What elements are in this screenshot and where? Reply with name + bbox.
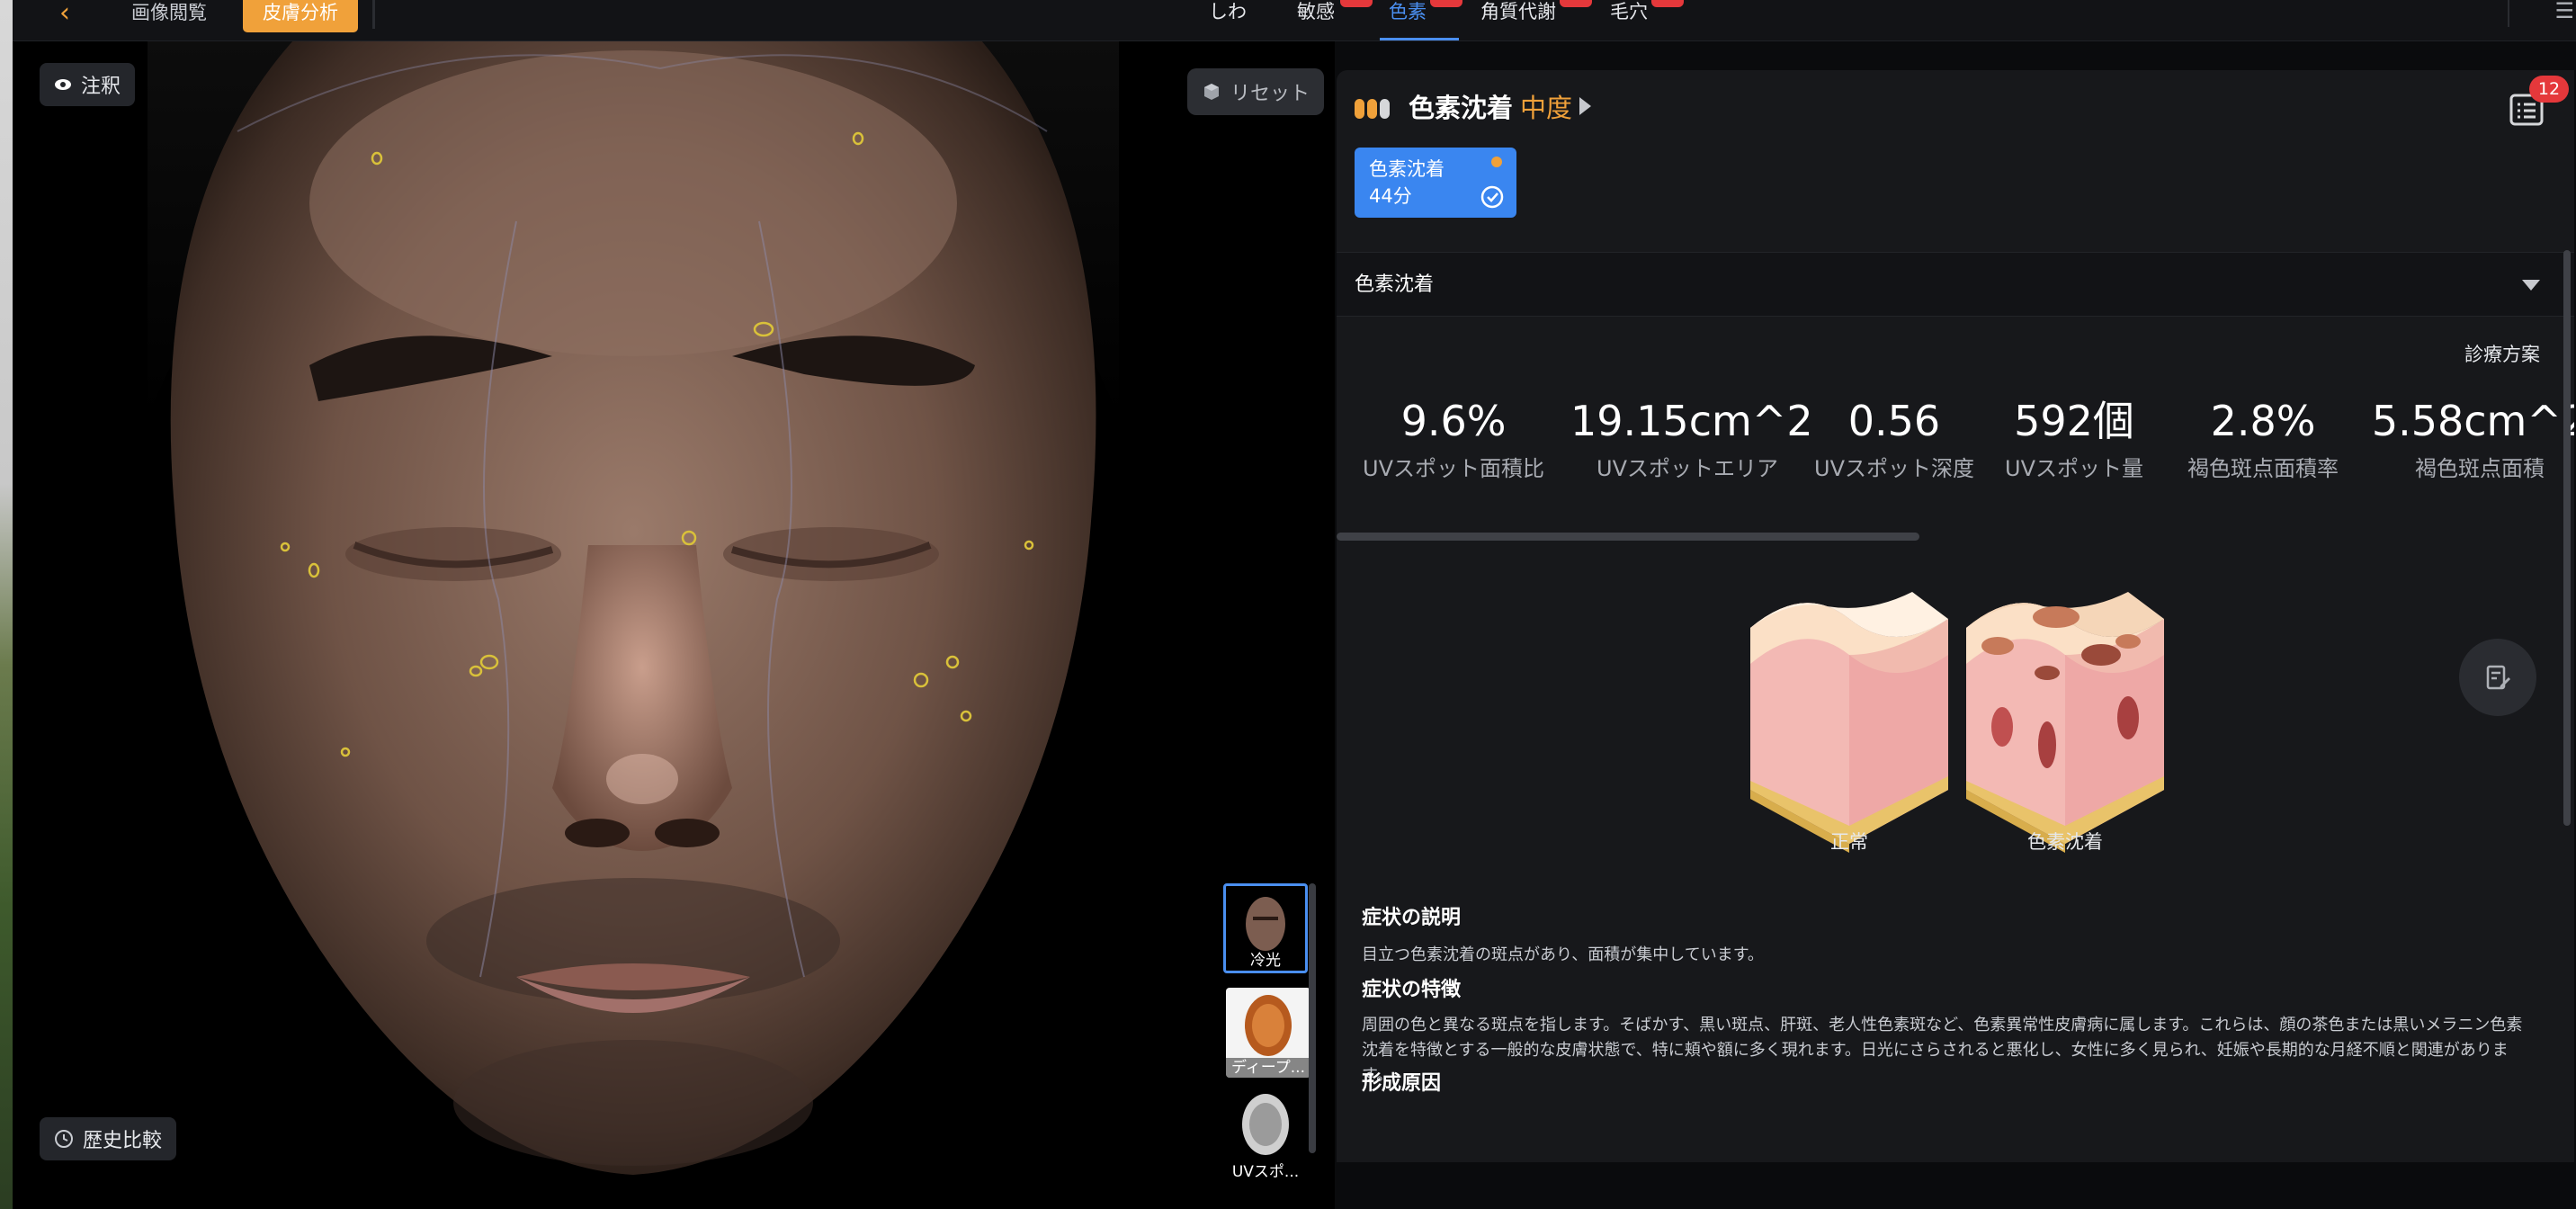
tab-image-view[interactable]: 画像閲覧 bbox=[131, 0, 207, 32]
section-dropdown[interactable]: 色素沈着 bbox=[1337, 252, 2574, 317]
category-alert-badge bbox=[1651, 0, 1684, 7]
cube-icon bbox=[1204, 84, 1219, 100]
app-window: ‹ 画像閲覧 皮膚分析 しわ 敏感 色素 角質代謝 毛穴 ☰ 注釈 リセット 歴… bbox=[0, 0, 2576, 1209]
normal-skin-illustration bbox=[1750, 592, 1948, 853]
metric-item: 2.8% 褐色斑点面積率 bbox=[2164, 394, 2362, 484]
thumbnail-image bbox=[1242, 1094, 1289, 1155]
metric-label: UVスポット深度 bbox=[1814, 456, 1974, 481]
annotation-toggle-button[interactable]: 注釈 bbox=[40, 63, 136, 106]
category-alert-badge bbox=[1340, 0, 1373, 7]
metric-value: 592個 bbox=[2014, 397, 2134, 445]
cause-heading: 形成原因 bbox=[1362, 1072, 1442, 1095]
edit-document-icon bbox=[2486, 665, 2510, 690]
features-text: 周囲の色と異なる斑点を指します。そばかす、黒い斑点、肝斑、老人性色素斑など、色素… bbox=[1362, 1016, 2523, 1085]
metric-value: 0.56 bbox=[1847, 397, 1941, 445]
severity-dot bbox=[1380, 99, 1390, 119]
metrics-horizontal-scrollbar[interactable] bbox=[1337, 533, 1919, 541]
thumbnail-label: ディープ... bbox=[1226, 1058, 1310, 1078]
category-tab-sensitive[interactable]: 敏感 bbox=[1297, 0, 1335, 23]
metric-label: 褐色斑点面積 bbox=[2415, 456, 2545, 481]
thumbnail-image bbox=[1245, 995, 1292, 1056]
back-button[interactable]: ‹ bbox=[49, 0, 81, 27]
category-alert-badge bbox=[1430, 0, 1462, 7]
active-category-underline bbox=[1380, 38, 1459, 40]
metric-label: 褐色斑点面積率 bbox=[2187, 456, 2339, 481]
thumbnail-label: UVスポ... bbox=[1231, 1163, 1300, 1181]
features-heading: 症状の特徴 bbox=[1362, 979, 1462, 1001]
metric-value: 19.15cm^2 bbox=[1570, 397, 1813, 445]
score-card-value: 44分 bbox=[1369, 185, 1412, 207]
metric-label: UVスポットエリア bbox=[1597, 456, 1778, 481]
metric-value: 2.8% bbox=[2210, 397, 2316, 445]
metric-label: UVスポット面積比 bbox=[1363, 456, 1544, 481]
thumbnail-deep[interactable]: ディープ... bbox=[1226, 988, 1310, 1078]
panel-header: 色素沈着 中度 12 色素沈着 44分 bbox=[1337, 70, 2574, 250]
description-text: 目立つ色素沈着の斑点があり、面積が集中しています。 bbox=[1362, 945, 1764, 964]
top-navigation-bar: ‹ 画像閲覧 皮膚分析 しわ 敏感 色素 角質代謝 毛穴 ☰ bbox=[13, 0, 2576, 41]
eye-icon bbox=[55, 79, 71, 90]
metric-item: 0.56 UVスポット深度 bbox=[1804, 394, 1984, 484]
chevron-down-icon bbox=[2522, 280, 2540, 291]
caret-right-icon[interactable] bbox=[1579, 97, 1591, 115]
metric-item: 19.15cm^2 UVスポットエリア bbox=[1570, 394, 1813, 484]
score-card[interactable]: 色素沈着 44分 bbox=[1355, 148, 1516, 218]
normal-skin-label: 正常 bbox=[1830, 831, 1868, 853]
analysis-panel: 色素沈着 中度 12 色素沈着 44分 色素沈着 診療方案 9.6% UVスポッ… bbox=[1337, 70, 2574, 1162]
metric-item: 592個 UVスポット量 bbox=[1993, 394, 2155, 484]
description-heading: 症状の説明 bbox=[1362, 907, 1462, 929]
thumbnail-uv-spot[interactable]: UVスポ... bbox=[1223, 1092, 1308, 1182]
category-tab-pigment[interactable]: 色素 bbox=[1389, 0, 1427, 23]
history-compare-button[interactable]: 歴史比較 bbox=[40, 1117, 177, 1160]
menu-icon[interactable]: ☰ bbox=[2554, 0, 2574, 22]
reset-button[interactable]: リセット bbox=[1187, 68, 1325, 115]
pigmented-skin-illustration bbox=[1966, 592, 2164, 853]
check-circle-icon bbox=[1480, 185, 1504, 209]
metric-label: UVスポット量 bbox=[2005, 456, 2143, 481]
severity-level: 中度 bbox=[1520, 93, 1573, 123]
face-image-viewer[interactable]: 注釈 リセット 歴史比較 冷光 ディープ... UVスポ... bbox=[13, 41, 1335, 1209]
metrics-row: 9.6% UVスポット面積比 19.15cm^2 UVスポットエリア 0.56 … bbox=[1337, 394, 2574, 538]
section-title: 色素沈着 bbox=[1355, 273, 1435, 296]
panel-title: 色素沈着 bbox=[1409, 93, 1514, 123]
treatment-plan-link[interactable]: 診療方案 bbox=[2464, 340, 2540, 367]
pigmented-skin-label: 色素沈着 bbox=[2027, 831, 2103, 853]
metric-value: 9.6% bbox=[1400, 397, 1507, 445]
metric-item: 5.58cm^2 褐色斑点面積 bbox=[2367, 394, 2574, 484]
clock-icon bbox=[55, 1130, 73, 1148]
annotation-label: 注釈 bbox=[81, 76, 121, 98]
category-alert-badge bbox=[1560, 0, 1592, 7]
panel-vertical-scrollbar[interactable] bbox=[2563, 250, 2571, 826]
score-indicator-dot bbox=[1491, 157, 1502, 167]
history-compare-label: 歴史比較 bbox=[83, 1130, 163, 1152]
severity-dot bbox=[1355, 99, 1364, 119]
thumbnail-image bbox=[1246, 897, 1285, 951]
background-window-edge bbox=[0, 0, 13, 1209]
thumbnail-label: 冷光 bbox=[1250, 952, 1281, 970]
chevron-left-icon: ‹ bbox=[59, 0, 70, 29]
nav-divider bbox=[372, 0, 375, 29]
metric-value: 5.58cm^2 bbox=[2371, 397, 2574, 445]
metric-item: 9.6% UVスポット面積比 bbox=[1337, 394, 1570, 484]
severity-dot bbox=[1367, 99, 1377, 119]
edit-note-button[interactable] bbox=[2459, 639, 2536, 716]
menu-divider bbox=[2508, 0, 2509, 27]
notification-count-badge: 12 bbox=[2529, 76, 2569, 103]
category-tab-keratin[interactable]: 角質代謝 bbox=[1480, 0, 1556, 23]
category-tab-pores[interactable]: 毛穴 bbox=[1610, 0, 1648, 23]
score-card-name: 色素沈着 bbox=[1369, 158, 1445, 180]
category-tab-wrinkles[interactable]: しわ bbox=[1209, 0, 1247, 23]
tab-skin-analysis[interactable]: 皮膚分析 bbox=[243, 0, 358, 32]
reset-label: リセット bbox=[1230, 83, 1310, 105]
thumbnail-cold-light[interactable]: 冷光 bbox=[1223, 883, 1308, 973]
face-photo bbox=[13, 41, 1335, 1209]
severity-indicator bbox=[1355, 99, 1390, 119]
thumbnail-scrollbar[interactable] bbox=[1309, 883, 1316, 1153]
